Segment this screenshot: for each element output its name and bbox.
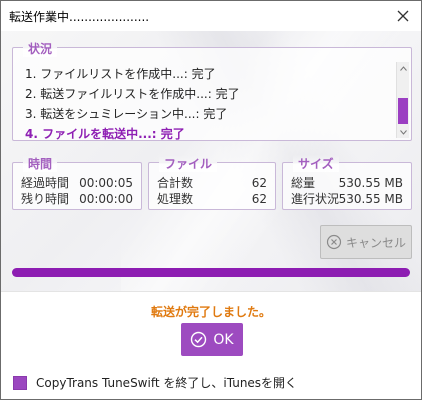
time-panel: 時間 経過時間 00:00:05 残り時間 00:00:00	[12, 155, 142, 210]
total-size-row: 総量 530.55 MB	[291, 175, 403, 191]
total-files-row: 合計数 62	[157, 175, 267, 191]
status-line-1: 1. ファイルリストを作成中...: 完了	[25, 67, 216, 81]
remaining-time-row: 残り時間 00:00:00	[21, 191, 133, 207]
status-line-4: 4. ファイルを転送中...: 完了	[25, 127, 185, 141]
elapsed-time-value: 00:00:05	[79, 176, 133, 190]
transfer-progress-bar	[12, 268, 410, 277]
elapsed-time-label: 経過時間	[21, 176, 70, 190]
cancel-button[interactable]: キャンセル	[320, 225, 412, 259]
ok-button[interactable]: OK	[181, 323, 243, 356]
total-size-label: 総量	[291, 176, 316, 190]
scroll-down-button[interactable]	[397, 126, 409, 138]
status-panel-title: 状況	[23, 40, 58, 57]
scroll-thumb[interactable]	[398, 98, 408, 124]
cancel-button-label: キャンセル	[345, 235, 406, 250]
status-line-3: 3. 転送をシュミレーション中...: 完了	[25, 107, 228, 121]
status-scrollbar[interactable]	[396, 62, 409, 138]
title-bar: 転送作業中.....................	[1, 1, 421, 31]
open-itunes-option[interactable]: CopyTrans TuneSwift を終了し、iTunesを開く	[13, 374, 297, 391]
status-panel: 状況 1. ファイルリストを作成中...: 完了 2. 転送ファイルリストを作成…	[12, 40, 412, 144]
ok-button-label: OK	[213, 331, 234, 348]
close-button[interactable]	[385, 1, 421, 31]
close-icon	[397, 10, 409, 22]
total-files-label: 合計数	[157, 176, 194, 190]
size-panel: サイズ 総量 530.55 MB 進行状況 530.55 MB	[282, 155, 412, 210]
size-panel-title: サイズ	[293, 155, 339, 172]
status-line-2: 2. 転送ファイルリストを作成中...: 完了	[25, 87, 240, 101]
dialog-body: 状況 1. ファイルリストを作成中...: 完了 2. 転送ファイルリストを作成…	[1, 31, 421, 291]
processed-files-value: 62	[251, 192, 267, 206]
size-progress-value: 530.55 MB	[338, 192, 403, 206]
scroll-up-arrow-icon	[399, 65, 407, 71]
open-itunes-checkbox-label[interactable]: CopyTrans TuneSwift を終了し、iTunesを開く	[36, 374, 297, 391]
time-panel-title: 時間	[23, 155, 58, 172]
elapsed-time-row: 経過時間 00:00:05	[21, 175, 133, 191]
size-progress-label: 進行状況	[291, 192, 340, 206]
total-files-value: 62	[251, 176, 267, 190]
files-panel: ファイル 合計数 62 処理数 62	[148, 155, 276, 210]
open-itunes-checkbox[interactable]	[13, 375, 27, 390]
files-panel-title: ファイル	[159, 155, 218, 172]
total-size-value: 530.55 MB	[338, 176, 403, 190]
scroll-down-arrow-icon	[399, 129, 407, 135]
transfer-progress-fill	[12, 268, 410, 277]
processed-files-label: 処理数	[157, 192, 194, 206]
processed-files-row: 処理数 62	[157, 191, 267, 207]
dialog-footer: 転送が完了しました。 OK CopyTrans TuneSwift を終了し、i…	[1, 291, 421, 399]
transfer-complete-message: 転送が完了しました。	[150, 305, 271, 319]
check-circle-icon	[191, 331, 207, 348]
size-progress-row: 進行状況 530.55 MB	[291, 191, 403, 207]
remaining-time-label: 残り時間	[21, 192, 70, 206]
status-list: 1. ファイルリストを作成中...: 完了 2. 転送ファイルリストを作成中..…	[25, 64, 240, 144]
cancel-x-circle-icon	[326, 234, 342, 250]
remaining-time-value: 00:00:00	[79, 192, 133, 206]
transfer-dialog: 転送作業中..................... 状況 1. ファイルリスト…	[0, 0, 422, 400]
window-title: 転送作業中.....................	[9, 10, 150, 24]
scroll-up-button[interactable]	[397, 62, 409, 74]
